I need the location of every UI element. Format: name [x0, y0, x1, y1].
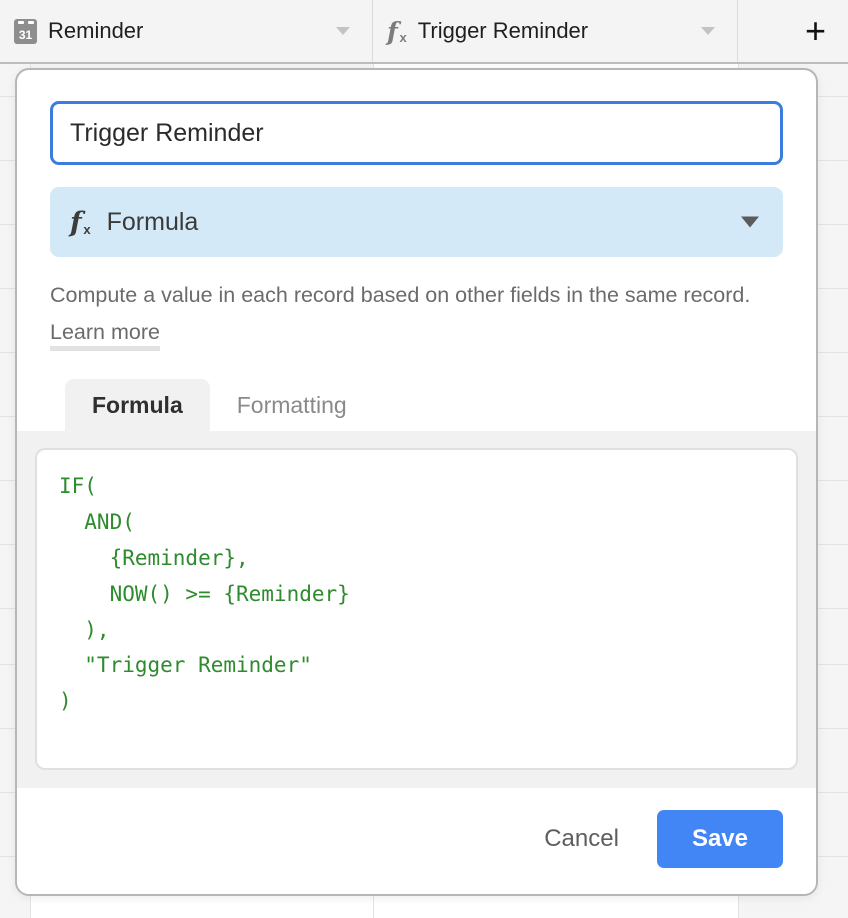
calendar-icon: 31: [14, 18, 37, 44]
field-header-trigger-reminder[interactable]: fx Trigger Reminder: [373, 0, 738, 62]
field-header-reminder[interactable]: 31 Reminder: [0, 0, 373, 62]
calendar-icon-day: 31: [18, 27, 33, 42]
description-text: Compute a value in each record based on …: [50, 283, 751, 307]
field-type-select[interactable]: fx Formula: [50, 187, 783, 257]
field-type-description: Compute a value in each record based on …: [50, 277, 780, 351]
learn-more-link[interactable]: Learn more: [50, 319, 160, 351]
tab-formatting[interactable]: Formatting: [210, 379, 374, 431]
field-header-label: Trigger Reminder: [417, 18, 589, 43]
add-field-button[interactable]: +: [805, 13, 826, 49]
formula-fx-icon: fx: [387, 16, 407, 46]
cancel-button[interactable]: Cancel: [540, 817, 623, 861]
chevron-down-icon[interactable]: [701, 27, 715, 35]
dialog-body: fx Formula Compute a value in each recor…: [17, 70, 816, 431]
dialog-footer: Cancel Save: [17, 788, 816, 894]
field-header-row: 31 Reminder fx Trigger Reminder +: [0, 0, 848, 64]
chevron-down-icon[interactable]: [741, 216, 759, 228]
formula-tab-panel: IF( AND( {Reminder}, NOW() >= {Reminder}…: [17, 430, 816, 788]
formula-fx-icon: fx: [70, 206, 91, 238]
chevron-down-icon[interactable]: [336, 27, 350, 35]
field-type-label: Formula: [106, 207, 199, 236]
field-editor-dialog: fx Formula Compute a value in each recor…: [15, 68, 818, 896]
save-button[interactable]: Save: [656, 810, 783, 868]
add-field-cell[interactable]: +: [738, 0, 848, 62]
tab-formula[interactable]: Formula: [65, 378, 210, 431]
dialog-tabs: Formula Formatting: [50, 378, 783, 431]
formula-editor[interactable]: IF( AND( {Reminder}, NOW() >= {Reminder}…: [35, 447, 798, 770]
field-header-label: Reminder: [48, 18, 144, 43]
field-name-input[interactable]: [50, 101, 783, 165]
